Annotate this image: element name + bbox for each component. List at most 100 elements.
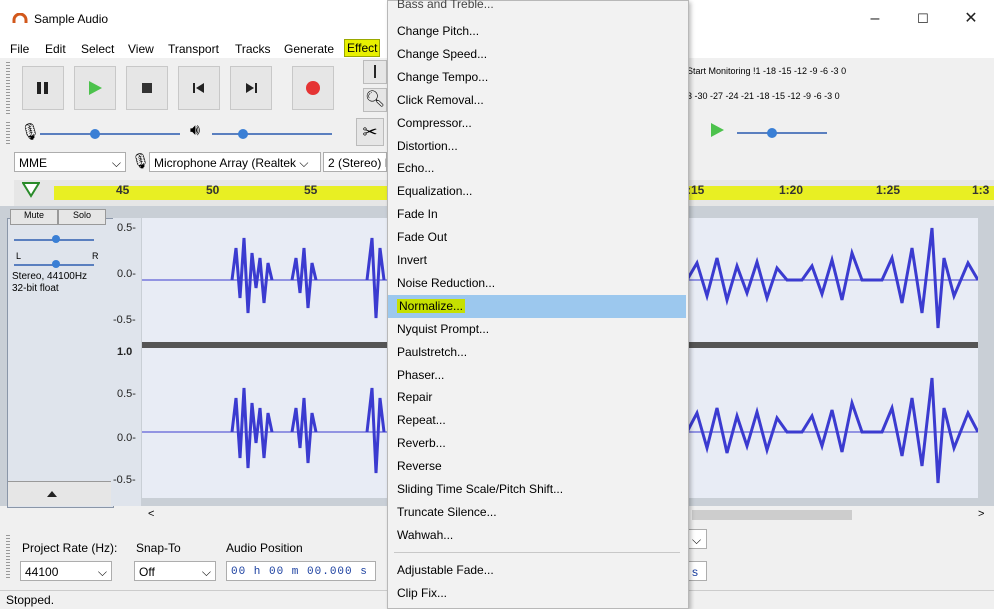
audio-position-field[interactable]: 00 h 00 m 00.000 s [226,561,376,581]
snap-to-select[interactable]: Off ⌵ [134,561,216,581]
effect-item[interactable]: Click Removal... [388,89,686,112]
selection-tool-icon[interactable]: I [363,60,387,84]
menu-effect[interactable]: Effect [344,39,381,57]
speed-slider[interactable] [737,132,827,134]
pause-button[interactable] [22,66,64,110]
output-volume-knob[interactable] [238,129,248,139]
skip-start-button[interactable] [178,66,220,110]
effect-item-label: Invert [397,253,428,267]
ruler-label: :15 [687,183,705,197]
menu-generate[interactable]: Generate [284,41,334,57]
project-rate-label: Project Rate (Hz): [22,541,118,555]
effect-item[interactable]: Paulstretch... [388,341,686,364]
playback-meter[interactable]: 3 -30 -27 -24 -21 -18 -15 -12 -9 -6 -3 0 [687,91,919,107]
skip-end-button[interactable] [230,66,272,110]
speaker-icon: 🔊︎ [190,122,201,139]
pause-icon [37,82,48,94]
microphone-icon: 🎙︎ [131,153,151,170]
scale-label: 0.0- [117,268,136,280]
play-icon [89,81,102,95]
input-volume-slider[interactable] [40,133,180,135]
output-volume-slider[interactable] [212,133,332,135]
minimize-button[interactable]: – [852,4,898,34]
collapse-track-button[interactable] [8,481,111,506]
record-button[interactable] [292,66,334,110]
toolbar-grip[interactable] [6,122,10,144]
toolbar-grip[interactable] [6,535,10,579]
mixer-toolbar: 🎙︎ 🔊︎ ✂ [0,118,390,148]
app-headphones-icon [12,12,28,25]
scroll-left-icon[interactable]: < [148,508,154,520]
effect-item[interactable]: Normalize... [388,294,686,318]
effect-item-label: Distortion... [397,138,458,153]
effect-item-label: Change Tempo... [397,69,489,84]
solo-button[interactable]: Solo [58,209,106,225]
channels-select[interactable]: 2 (Stereo) R [323,152,387,172]
play-button[interactable] [74,66,116,110]
effect-item-label: Wahwah... [397,527,454,542]
amplitude-scale: 0.5- 0.0- -0.5- 1.0 0.5- 0.0- -0.5- [113,218,141,506]
effect-item-label: Equalization... [397,184,473,199]
menu-edit[interactable]: Edit [45,41,66,57]
track-control-panel: Mute Solo L R Stereo, 44100Hz 32-bit flo… [7,209,114,508]
effect-item[interactable]: Wahwah... [388,524,686,547]
ruler-label: 55 [304,183,318,197]
effect-item-label: Change Pitch... [397,24,480,38]
effect-item[interactable]: Equalization... [388,180,686,203]
project-rate-select[interactable]: 44100 ⌵ [20,561,112,581]
menu-separator [394,552,680,553]
input-volume-knob[interactable] [90,129,100,139]
scrollbar-thumb[interactable] [692,510,852,520]
maximize-button[interactable]: ☐ [900,4,946,34]
record-meter[interactable]: Start Monitoring !1 -18 -15 -12 -9 -6 -3… [687,66,919,82]
effect-item[interactable]: Repair [388,386,686,409]
selection-type-dropdown[interactable]: ⌵ [687,529,707,549]
effect-item[interactable]: Repeat... [388,409,686,432]
close-button[interactable]: ✕ [948,4,994,34]
pan-knob[interactable] [52,260,60,268]
play-at-speed-icon[interactable] [709,122,725,138]
toolbar-grip[interactable] [6,62,10,114]
mute-button[interactable]: Mute [10,209,58,225]
zoom-tool-icon[interactable]: 🔍︎ [363,88,387,112]
host-select[interactable]: MME ⌵ [14,152,126,172]
effect-item[interactable]: Change Tempo... [388,66,686,89]
menu-view[interactable]: View [128,41,154,57]
effect-item[interactable]: Compressor... [388,112,686,135]
effect-item[interactable]: Nyquist Prompt... [388,318,686,341]
effect-item[interactable]: Phaser... [388,364,686,387]
scroll-right-icon[interactable]: > [978,508,984,520]
scale-label: -0.5- [113,474,136,486]
effect-item[interactable]: Noise Reduction... [388,272,686,295]
effect-item[interactable]: Clip Fix... [388,582,686,605]
menu-select[interactable]: Select [81,41,114,57]
effect-item[interactable]: Reverb... [388,432,686,455]
effect-item[interactable]: Sliding Time Scale/Pitch Shift... [388,478,686,501]
playhead-triangle-icon[interactable] [22,182,40,198]
stop-button[interactable] [126,66,168,110]
gain-knob[interactable] [52,235,60,243]
selection-end-field[interactable]: s [687,561,707,581]
speed-knob[interactable] [767,128,777,138]
cut-icon[interactable]: ✂ [356,118,384,146]
effect-item[interactable]: Reverse [388,455,686,478]
effect-item[interactable]: Fade In [388,203,686,226]
menu-file[interactable]: File [10,41,29,57]
menu-tracks[interactable]: Tracks [235,41,271,57]
effect-item[interactable]: Change Pitch... [388,20,686,43]
ruler-highlight [54,186,390,200]
effect-item-bass-treble[interactable]: Bass and Treble... [388,0,686,16]
menu-transport[interactable]: Transport [168,41,219,57]
effect-item-label: Reverse [397,459,442,474]
effect-item[interactable]: Truncate Silence... [388,501,686,524]
effect-item[interactable]: Distortion... [388,135,686,158]
effect-item[interactable]: Adjustable Fade... [388,559,686,582]
effect-item[interactable]: Fade Out [388,226,686,249]
scale-label: 1.0 [117,346,133,358]
track-info-format: 32-bit float [12,283,59,294]
effect-item[interactable]: Invert [388,249,686,272]
effect-item[interactable]: Change Speed... [388,43,686,66]
effect-item[interactable]: Echo... [388,157,686,180]
input-device-select[interactable]: Microphone Array (Realtek ⌵ [149,152,321,172]
scale-label: -0.5- [113,314,136,326]
